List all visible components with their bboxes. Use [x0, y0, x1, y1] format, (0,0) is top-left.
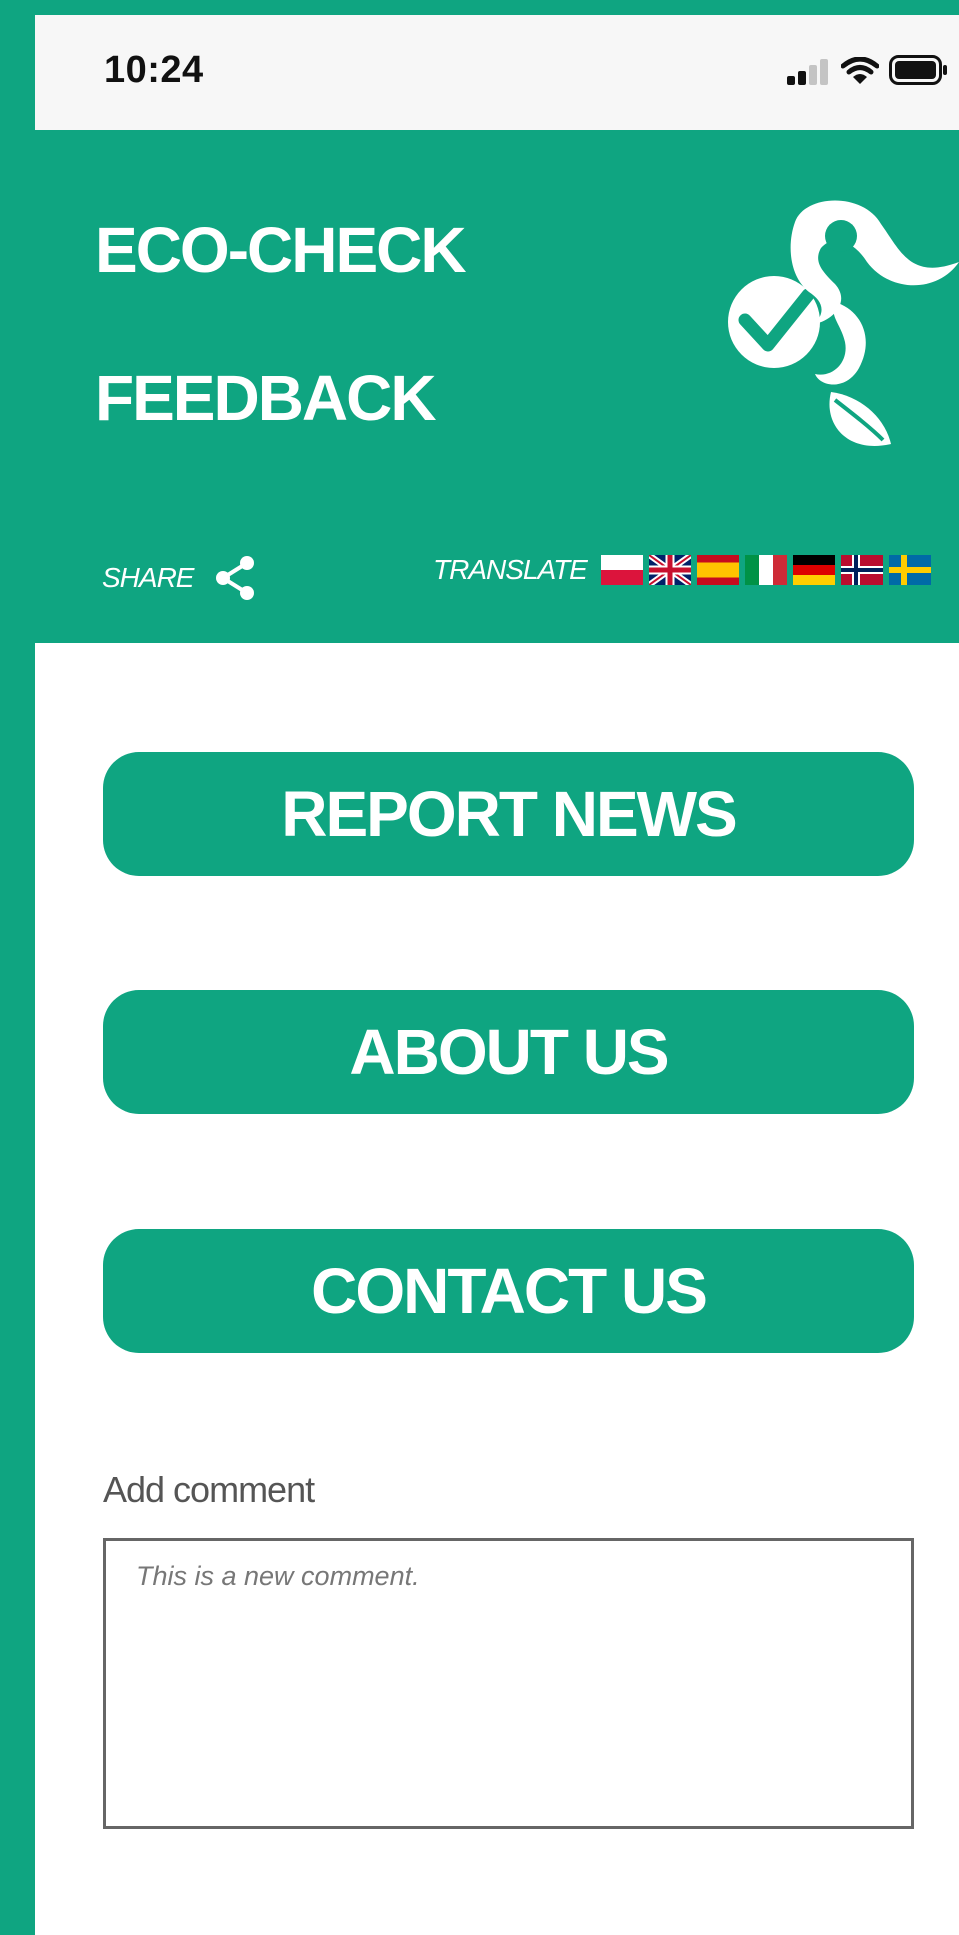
contact-us-button[interactable]: CONTACT US — [103, 1229, 914, 1353]
report-news-button[interactable]: REPORT NEWS — [103, 752, 914, 876]
translate-bar: TRANSLATE — [433, 554, 931, 586]
share-label: SHARE — [102, 562, 194, 593]
wifi-icon — [841, 57, 879, 84]
flag-sweden-icon[interactable] — [888, 555, 931, 585]
main-content: REPORT NEWS ABOUT US CONTACT US Add comm… — [35, 643, 959, 1935]
status-icons — [787, 55, 949, 85]
flag-poland-icon[interactable] — [600, 555, 643, 585]
flag-united-kingdom-icon[interactable] — [648, 555, 691, 585]
flag-spain-icon[interactable] — [696, 555, 739, 585]
status-time: 10:24 — [104, 49, 204, 91]
battery-icon — [889, 55, 947, 85]
share-button[interactable]: SHARE — [102, 554, 257, 602]
app-header: ECO-CHECK FEEDBACK SHARE TRANSLATE — [35, 130, 959, 643]
flag-italy-icon[interactable] — [744, 555, 787, 585]
flag-norway-icon[interactable] — [840, 555, 883, 585]
flag-germany-icon[interactable] — [792, 555, 835, 585]
eco-check-logo-icon — [728, 200, 959, 446]
app-title: ECO-CHECK — [95, 214, 467, 286]
about-us-button[interactable]: ABOUT US — [103, 990, 914, 1114]
page-title: FEEDBACK — [95, 362, 437, 434]
status-bar: 10:24 — [35, 15, 959, 130]
share-icon — [216, 556, 255, 600]
language-flags — [600, 555, 931, 585]
translate-label: TRANSLATE — [433, 554, 588, 585]
cellular-signal-icon — [787, 59, 828, 85]
comment-label: Add comment — [103, 1469, 315, 1510]
comment-input[interactable] — [103, 1538, 914, 1829]
app-screen: 10:24 ECO-CHECK FEEDBACK SHARE TRANSLATE… — [35, 15, 959, 1935]
